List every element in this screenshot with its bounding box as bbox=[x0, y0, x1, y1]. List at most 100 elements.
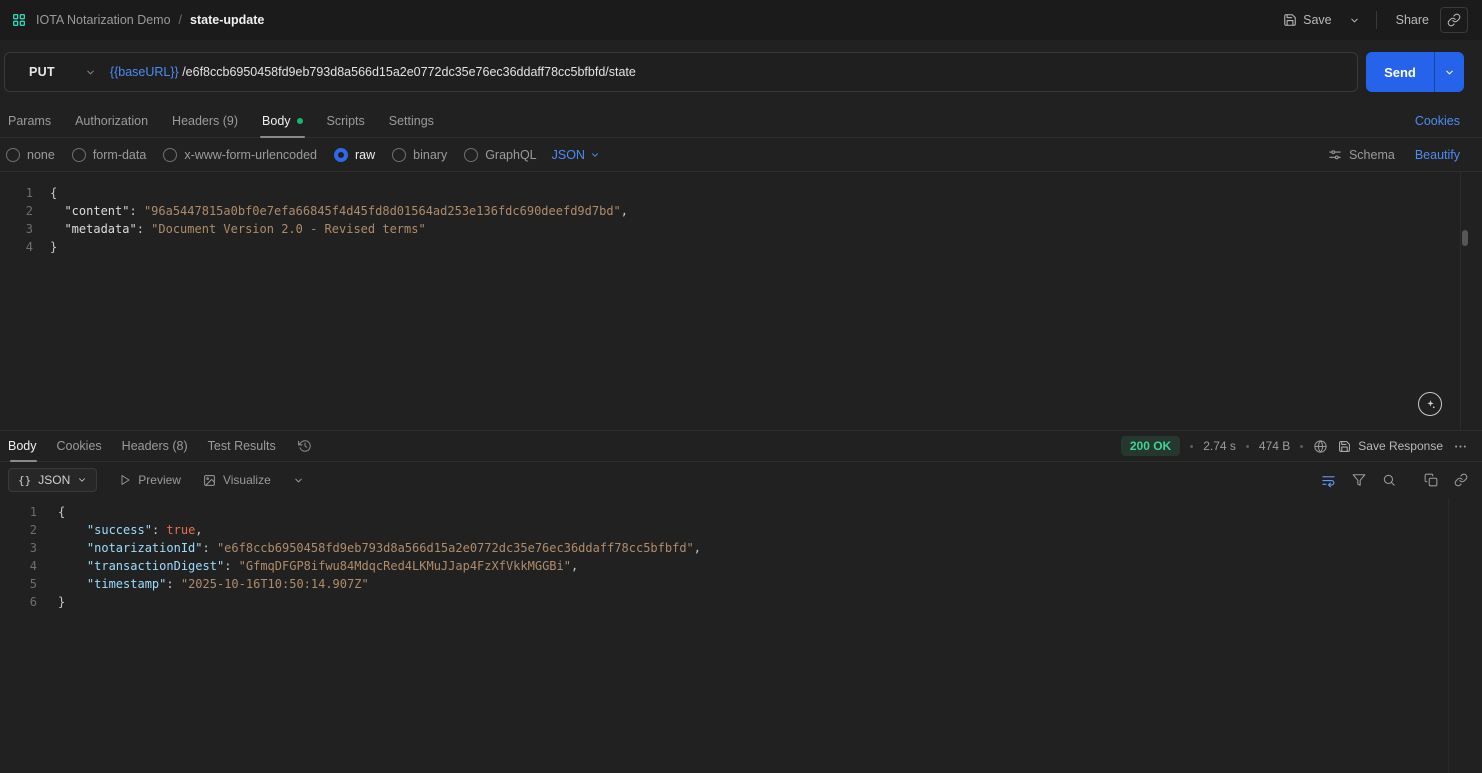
radio-binary[interactable]: binary bbox=[392, 147, 447, 162]
tab-scripts[interactable]: Scripts bbox=[315, 104, 377, 137]
radio-x-www-form-urlencoded[interactable]: x-www-form-urlencoded bbox=[163, 147, 317, 162]
preview-button[interactable]: Preview bbox=[119, 473, 181, 487]
request-body-editor[interactable]: 1{2 "content": "96a5447815a0bf0e7efa6684… bbox=[0, 172, 1482, 430]
line-number: 3 bbox=[29, 541, 37, 555]
method-label: PUT bbox=[29, 65, 55, 79]
wrap-text-icon[interactable] bbox=[1321, 473, 1336, 488]
line-number: 6 bbox=[29, 595, 37, 609]
radio-raw[interactable]: raw bbox=[334, 147, 375, 162]
response-history-icon[interactable] bbox=[297, 439, 312, 453]
network-info-icon[interactable] bbox=[1313, 439, 1328, 454]
tab-label: Body bbox=[262, 113, 291, 128]
tab-settings[interactable]: Settings bbox=[377, 104, 446, 137]
radio-form-data[interactable]: form-data bbox=[71, 147, 147, 162]
send-button-group: Send bbox=[1366, 52, 1464, 92]
code-text: "content": "96a5447815a0bf0e7efa66845f4d… bbox=[64, 204, 628, 218]
save-button-label: Save bbox=[1303, 13, 1332, 27]
postbot-icon[interactable] bbox=[1418, 392, 1442, 416]
line-number: 2 bbox=[25, 204, 33, 218]
link-icon bbox=[1447, 13, 1461, 27]
method-select[interactable]: PUT bbox=[5, 53, 110, 91]
response-format-selector[interactable]: {} JSON bbox=[8, 468, 98, 492]
save-icon bbox=[1283, 13, 1297, 27]
code-text: { bbox=[58, 505, 66, 519]
tab-params[interactable]: Params bbox=[0, 104, 63, 137]
response-time[interactable]: 2.74 s bbox=[1203, 439, 1236, 453]
cookies-link[interactable]: Cookies bbox=[1415, 114, 1460, 128]
code-line: 3 "notarizationId": "e6f8ccb6950458fd9eb… bbox=[0, 539, 1482, 557]
response-tab-test-results[interactable]: Test Results bbox=[198, 431, 286, 461]
meta-separator-dot bbox=[1245, 444, 1249, 448]
code-line: 2 "success": true, bbox=[0, 521, 1482, 539]
response-tab-cookies[interactable]: Cookies bbox=[47, 431, 112, 461]
breadcrumb: IOTA Notarization Demo / state-update bbox=[10, 11, 264, 29]
response-size[interactable]: 474 B bbox=[1259, 439, 1290, 453]
filter-icon[interactable] bbox=[1352, 473, 1366, 487]
chevron-down-icon bbox=[1349, 15, 1360, 26]
radio-circle bbox=[464, 147, 479, 162]
preview-label: Preview bbox=[138, 473, 181, 487]
visualize-button[interactable]: Visualize bbox=[203, 473, 271, 487]
tab-label: Headers (9) bbox=[172, 113, 239, 128]
code-line: 5 "timestamp": "2025-10-16T10:50:14.907Z… bbox=[0, 575, 1482, 593]
code-line: 3 "metadata": "Document Version 2.0 - Re… bbox=[0, 220, 1482, 238]
save-options-chevron-button[interactable] bbox=[1343, 10, 1366, 31]
code-text: "transactionDigest": "GfmqDFGP8ifwu84Mdq… bbox=[86, 559, 579, 573]
body-options-row: none form-data x-www-form-urlencoded raw… bbox=[0, 138, 1482, 172]
line-number: 4 bbox=[29, 559, 37, 573]
more-options-icon[interactable] bbox=[1453, 439, 1468, 454]
send-options-chevron-button[interactable] bbox=[1434, 52, 1464, 92]
share-button-label: Share bbox=[1395, 13, 1429, 27]
search-icon[interactable] bbox=[1382, 473, 1396, 487]
meta-separator-dot bbox=[1190, 444, 1194, 448]
url-path: /e6f8ccb6950458fd9eb793d8a566d15a2e0772d… bbox=[182, 65, 636, 79]
request-url-row: PUT {{baseURL}} /e6f8ccb6950458fd9eb793d… bbox=[0, 40, 1482, 104]
language-selector[interactable]: JSON bbox=[552, 148, 600, 162]
radio-graphql[interactable]: GraphQL bbox=[464, 147, 537, 162]
image-icon bbox=[203, 474, 216, 487]
braces-icon: {} bbox=[18, 473, 32, 487]
save-button[interactable]: Save bbox=[1274, 8, 1341, 32]
view-options-chevron[interactable] bbox=[293, 475, 304, 486]
modified-dot bbox=[296, 117, 303, 124]
sliders-icon bbox=[1328, 148, 1342, 162]
workspace-name[interactable]: IOTA Notarization Demo bbox=[36, 13, 171, 27]
tab-label: Cookies bbox=[56, 439, 102, 453]
response-tab-headers[interactable]: Headers (8) bbox=[112, 431, 198, 461]
url-input[interactable]: {{baseURL}} /e6f8ccb6950458fd9eb793d8a56… bbox=[110, 65, 1357, 79]
tab-authorization[interactable]: Authorization bbox=[63, 104, 160, 137]
response-tab-body[interactable]: Body bbox=[0, 431, 47, 462]
radio-label: none bbox=[27, 147, 55, 162]
code-line: 1{ bbox=[0, 503, 1482, 521]
url-box: PUT {{baseURL}} /e6f8ccb6950458fd9eb793d… bbox=[4, 52, 1358, 92]
breadcrumb-separator: / bbox=[178, 13, 183, 27]
body-options-actions: Schema Beautify bbox=[1328, 148, 1460, 162]
tab-label: Body bbox=[8, 439, 37, 453]
radio-label: form-data bbox=[92, 147, 147, 162]
tab-headers[interactable]: Headers (9) bbox=[160, 104, 250, 137]
code-text: "success": true, bbox=[86, 523, 203, 537]
status-badge[interactable]: 200 OK bbox=[1120, 436, 1181, 456]
tab-body[interactable]: Body bbox=[250, 104, 315, 138]
share-button[interactable]: Share bbox=[1387, 8, 1438, 32]
save-response-button[interactable]: Save Response bbox=[1338, 439, 1443, 453]
save-response-icon bbox=[1338, 440, 1351, 453]
radio-label: GraphQL bbox=[485, 147, 537, 162]
copy-link-button[interactable] bbox=[1440, 7, 1468, 33]
link-icon[interactable] bbox=[1454, 473, 1468, 487]
beautify-button[interactable]: Beautify bbox=[1415, 148, 1460, 162]
save-response-label: Save Response bbox=[1358, 439, 1443, 453]
tab-label: Authorization bbox=[75, 113, 149, 128]
code-line: 4} bbox=[0, 238, 1482, 256]
line-number: 2 bbox=[29, 523, 37, 537]
workspace-logo-icon[interactable] bbox=[10, 11, 28, 29]
code-text: } bbox=[58, 595, 66, 609]
line-number: 3 bbox=[25, 222, 33, 236]
scrollbar-thumb[interactable] bbox=[1462, 230, 1468, 246]
tab-label: Settings bbox=[388, 113, 434, 128]
radio-none[interactable]: none bbox=[6, 147, 55, 162]
copy-icon[interactable] bbox=[1424, 473, 1438, 487]
schema-button[interactable]: Schema bbox=[1328, 148, 1395, 162]
send-button[interactable]: Send bbox=[1366, 52, 1434, 92]
response-body-editor[interactable]: 1{2 "success": true, 3 "notarizationId": … bbox=[0, 498, 1482, 773]
